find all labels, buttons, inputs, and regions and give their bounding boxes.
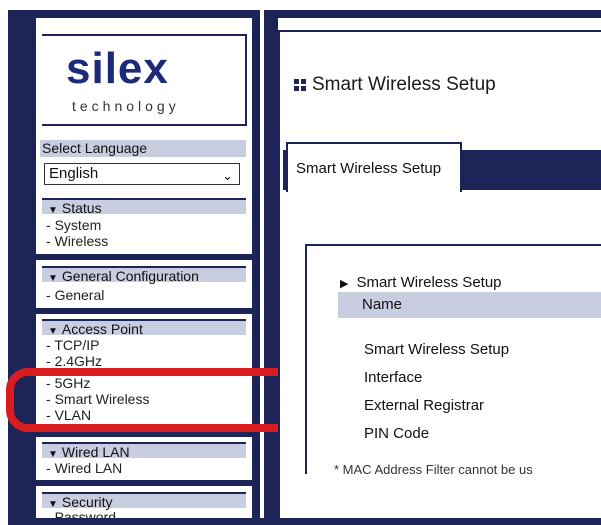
nav-item-tcpip[interactable]: - TCP/IP: [46, 338, 99, 353]
chevron-down-icon: ⌄: [222, 168, 233, 183]
nav-separator: [36, 480, 252, 486]
nav-item-wired-lan[interactable]: - Wired LAN: [46, 461, 122, 476]
triangle-down-icon: ▼: [48, 326, 58, 337]
nav-item-system[interactable]: - System: [46, 218, 101, 233]
nav-section-label: Wired LAN: [61, 444, 130, 460]
name-header: Name: [338, 292, 601, 318]
tab-smart-wireless-setup[interactable]: Smart Wireless Setup: [286, 142, 462, 192]
nav-section-status[interactable]: ▼ Status: [42, 198, 246, 216]
nav-item-wireless[interactable]: - Wireless: [46, 234, 108, 249]
field-external-registrar: External Registrar: [364, 397, 485, 414]
triangle-down-icon: ▼: [48, 205, 58, 216]
logo-brand: silex: [66, 44, 169, 93]
highlight-annotation: [6, 368, 302, 432]
nav-section-label: Security: [61, 494, 113, 510]
field-interface: Interface: [364, 369, 423, 386]
triangle-down-icon: ▼: [48, 273, 58, 284]
nav-section-general[interactable]: ▼ General Configuration: [42, 266, 246, 284]
nav-section-label: Access Point: [61, 321, 143, 337]
triangle-down-icon: ▼: [48, 499, 58, 510]
language-title: Select Language: [40, 140, 246, 157]
page-title: Smart Wireless Setup: [312, 74, 496, 95]
nav-separator: [36, 308, 252, 314]
logo-tagline: technology: [72, 98, 180, 114]
nav-section-access-point[interactable]: ▼ Access Point: [42, 319, 246, 337]
nav-section-security[interactable]: ▼ Security: [42, 492, 246, 510]
nav-item-password[interactable]: - Password: [46, 510, 116, 518]
triangle-right-icon: ▶: [340, 278, 349, 290]
nav-section-label: Status: [61, 200, 102, 216]
nav-section-wired-lan[interactable]: ▼ Wired LAN: [42, 442, 246, 460]
bottom-frame: [8, 518, 601, 525]
field-smart-wireless-setup: Smart Wireless Setup: [364, 341, 510, 358]
triangle-down-icon: ▼: [48, 449, 58, 460]
nav-separator: [36, 254, 252, 260]
field-pin-code: PIN Code: [364, 425, 430, 442]
left-frame: [8, 10, 36, 518]
nav-item-24ghz[interactable]: - 2.4GHz: [46, 354, 102, 369]
language-select[interactable]: English ⌄: [44, 163, 240, 185]
divider-gap: [260, 10, 264, 518]
settings-section-title: ▶ Smart Wireless Setup: [340, 274, 502, 291]
footnote: * MAC Address Filter cannot be us: [334, 462, 533, 477]
top-frame: [8, 10, 601, 18]
language-selected: English: [49, 165, 99, 182]
nav-item-general[interactable]: - General: [46, 288, 104, 303]
logo: silex technology: [42, 34, 247, 126]
sidebar-divider: [252, 10, 278, 518]
nav-section-label: General Configuration: [61, 268, 199, 284]
grid-icon: [294, 79, 306, 91]
